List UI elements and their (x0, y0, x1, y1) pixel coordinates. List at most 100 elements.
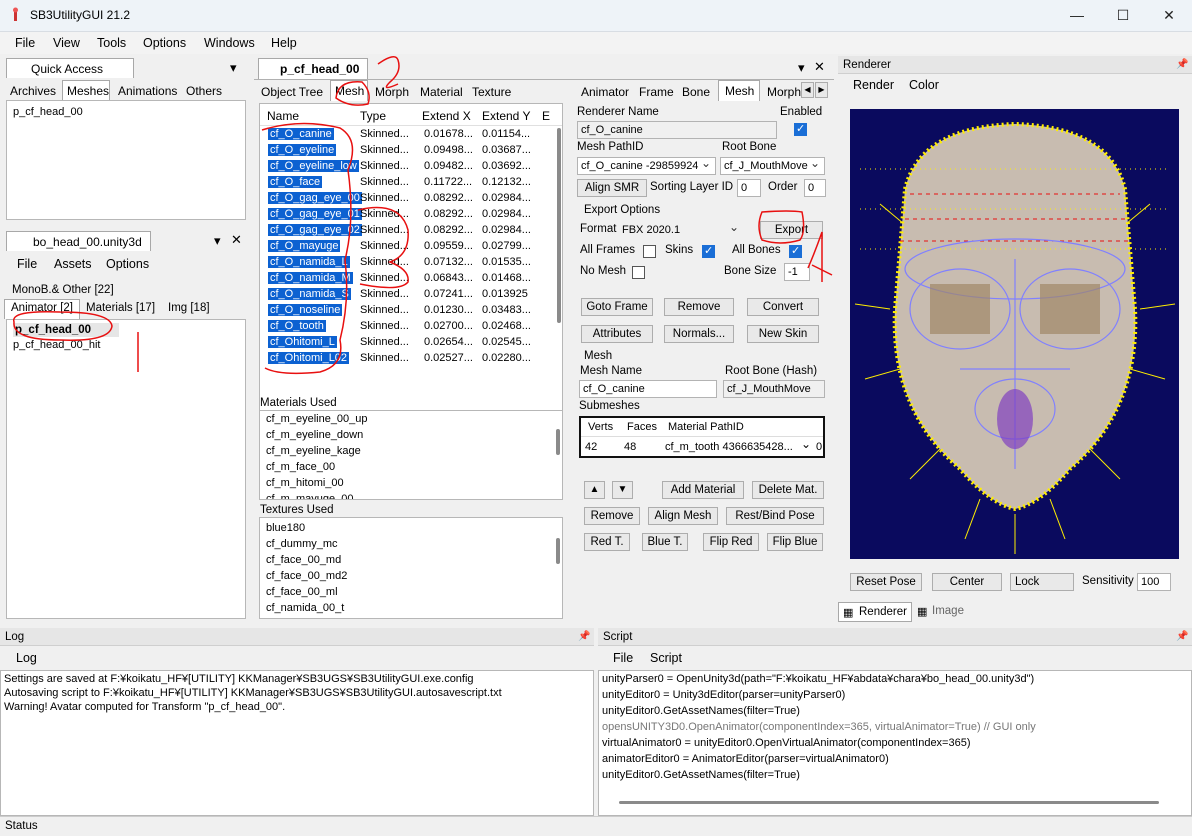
menu-file[interactable]: File (613, 651, 633, 665)
scrollbar[interactable] (556, 538, 560, 564)
table-cell[interactable]: 0.02700... (424, 320, 473, 332)
table-row-name[interactable]: cf_O_mayuge (268, 240, 341, 252)
scrollbar[interactable] (557, 128, 561, 323)
col-faces[interactable]: Faces (627, 421, 657, 433)
table-cell[interactable]: 0.03687... (482, 144, 531, 156)
table-cell[interactable]: 0.09498... (424, 144, 473, 156)
table-cell[interactable]: 0.013925 (482, 288, 528, 300)
delete-material-button[interactable]: Delete Mat. (752, 481, 824, 499)
h-scrollbar[interactable] (619, 801, 1159, 804)
table-cell[interactable]: Skinned... (360, 224, 409, 236)
col-extend-x[interactable]: Extend X (422, 109, 471, 123)
table-cell[interactable]: 0.01230... (424, 304, 473, 316)
chevron-down-icon[interactable]: ▾ (214, 233, 221, 249)
table-cell[interactable]: 0.09482... (424, 160, 473, 172)
menu-log[interactable]: Log (16, 651, 37, 665)
attributes-button[interactable]: Attributes (581, 325, 653, 343)
flip-red-button[interactable]: Flip Red (703, 533, 759, 551)
tab-material[interactable]: Material (420, 85, 463, 99)
chevron-down-icon[interactable]: ⌄ (801, 437, 811, 451)
menu-script[interactable]: Script (650, 651, 682, 665)
log-textarea[interactable]: Settings are saved at F:¥koikatu_HF¥[UTI… (0, 670, 594, 816)
tab-scroll-left-icon[interactable]: ◀ (801, 82, 814, 98)
blue-t-button[interactable]: Blue T. (642, 533, 688, 551)
list-item[interactable]: cf_face_00_md2 (266, 570, 347, 582)
menu-tools[interactable]: Tools (97, 36, 126, 50)
table-cell[interactable]: Skinned... (360, 192, 409, 204)
table-cell[interactable]: 0.03483... (482, 304, 531, 316)
script-textarea[interactable]: unityParser0 = OpenUnity3d(path="F:¥koik… (598, 670, 1192, 816)
table-row-name[interactable]: cf_O_namida_M (268, 272, 353, 284)
add-material-button[interactable]: Add Material (662, 481, 744, 499)
list-item[interactable]: cf_m_face_00 (266, 461, 335, 473)
col-extend-y[interactable]: Extend Y (482, 109, 530, 123)
table-cell[interactable]: 0.02280... (482, 352, 531, 364)
tab-scroll-right-icon[interactable]: ▶ (815, 82, 828, 98)
table-cell[interactable]: Skinned... (360, 144, 409, 156)
no-mesh-checkbox[interactable] (632, 266, 645, 279)
tab-mesh[interactable]: Mesh (718, 80, 760, 101)
table-cell[interactable]: 0.12132... (482, 176, 531, 188)
table-cell[interactable]: 0.07132... (424, 256, 473, 268)
tab-animations[interactable]: Animations (118, 84, 177, 98)
textures-used-list[interactable]: blue180 cf_dummy_mc cf_face_00_md cf_face_0… (259, 517, 563, 619)
table-cell[interactable]: Skinned... (360, 240, 409, 252)
table-cell[interactable]: Skinned... (360, 272, 409, 284)
tab-morph[interactable]: Morph (767, 85, 801, 99)
align-mesh-button[interactable]: Align Mesh (648, 507, 718, 525)
menu-options[interactable]: Options (143, 36, 186, 50)
document-tab[interactable]: p_cf_head_00 (258, 58, 368, 79)
mesh-name-field[interactable]: cf_O_canine (579, 380, 717, 398)
minimize-icon[interactable]: — (1054, 0, 1100, 30)
rest-bind-pose-button[interactable]: Rest/Bind Pose (726, 507, 824, 525)
table-row-name[interactable]: cf_O_gag_eye_00 (268, 192, 362, 204)
table-cell[interactable]: 0.01468... (482, 272, 531, 284)
table-row-name[interactable]: cf_O_face (268, 176, 323, 188)
format-select[interactable]: FBX 2020.1 (618, 221, 744, 239)
materials-used-list[interactable]: cf_m_eyeline_00_up cf_m_eyeline_down cf_m_… (259, 410, 563, 500)
cell-faces[interactable]: 48 (624, 441, 636, 453)
pin-icon[interactable]: 📌 (578, 631, 590, 642)
convert-button[interactable]: Convert (747, 298, 819, 316)
list-item[interactable]: cf_face_00_md (266, 554, 341, 566)
close-icon[interactable]: ✕ (231, 232, 242, 248)
align-smr-button[interactable]: Align SMR (577, 179, 647, 197)
meshes-list[interactable]: p_cf_head_00 (6, 100, 246, 220)
table-row-name[interactable]: cf_O_namida_S (268, 288, 351, 300)
move-up-button[interactable]: ▲ (584, 481, 605, 499)
table-cell[interactable]: 0.08292... (424, 208, 473, 220)
center-button[interactable]: Center (932, 573, 1002, 591)
move-down-button[interactable]: ▼ (612, 481, 633, 499)
menu-render[interactable]: Render (853, 78, 894, 92)
table-cell[interactable]: 0.08292... (424, 224, 473, 236)
table-row-name[interactable]: cf_O_eyeline (268, 144, 337, 156)
list-item[interactable]: cf_dummy_mc (266, 538, 338, 550)
root-bone-select[interactable]: cf_J_MouthMove (720, 157, 825, 175)
tab-frame[interactable]: Frame (639, 85, 674, 99)
pin-icon[interactable]: 📌 (1176, 59, 1188, 70)
list-item[interactable]: p_cf_head_00_hit (13, 339, 100, 351)
table-row-name[interactable]: cf_Ohitomi_L02 (268, 352, 350, 364)
table-cell[interactable]: 0.02984... (482, 192, 531, 204)
all-frames-checkbox[interactable] (643, 245, 656, 258)
goto-frame-button[interactable]: Goto Frame (581, 298, 653, 316)
tab-bone[interactable]: Bone (682, 85, 710, 99)
col-name[interactable]: Name (267, 109, 299, 123)
cell-verts[interactable]: 42 (585, 441, 597, 453)
table-cell[interactable]: 0.02468... (482, 320, 531, 332)
list-item[interactable]: cf_m_eyeline_kage (266, 445, 361, 457)
mesh-table[interactable]: Name Type Extend X Extend Y E cf_O_canin… (259, 103, 563, 439)
close-icon[interactable]: ✕ (1146, 0, 1192, 30)
table-row-name[interactable]: cf_O_eyeline_low (268, 160, 359, 172)
tab-materials[interactable]: Materials [17] (86, 302, 155, 314)
list-item[interactable]: cf_m_mayuge_00 (266, 493, 353, 499)
list-item[interactable]: cf_m_hitomi_00 (266, 477, 344, 489)
lock-button[interactable]: Lock (1010, 573, 1074, 591)
table-row-name[interactable]: cf_O_tooth (268, 320, 326, 332)
menu-assets[interactable]: Assets (54, 257, 92, 271)
list-item[interactable]: cf_m_eyeline_00_up (266, 413, 368, 425)
cell-material[interactable]: cf_m_tooth 4366635428... (665, 441, 805, 453)
menu-options[interactable]: Options (106, 257, 149, 271)
table-cell[interactable]: 0.02545... (482, 336, 531, 348)
tab-morph[interactable]: Morph (375, 85, 409, 99)
